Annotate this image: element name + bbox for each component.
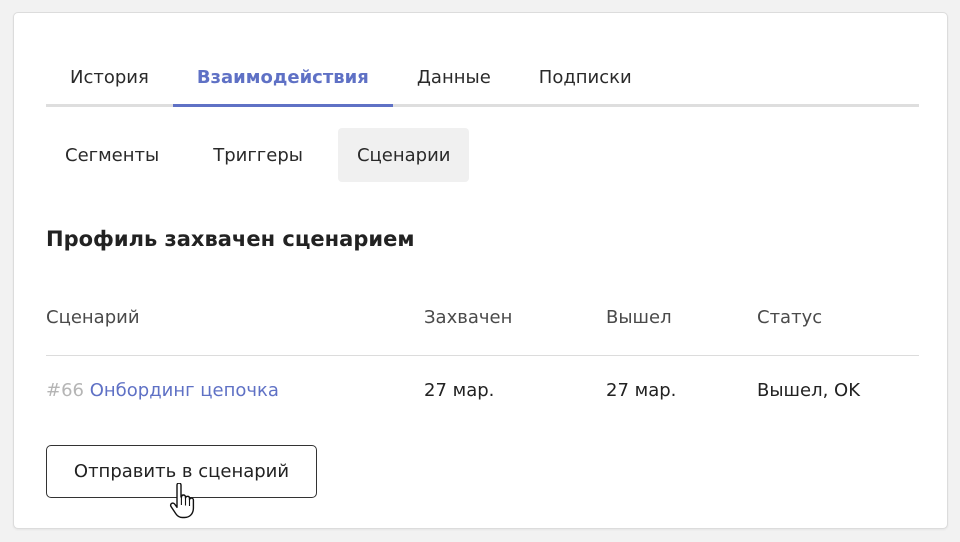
section-title: Профиль захвачен сценарием [46,227,415,251]
tab-interactions[interactable]: Взаимодействия [172,51,393,107]
sub-tabs: Сегменты Триггеры Сценарии [46,128,470,182]
subtab-segments[interactable]: Сегменты [46,128,178,182]
header-exited: Вышел [606,307,672,328]
tab-subscriptions[interactable]: Подписки [515,51,656,104]
scenario-link[interactable]: Онбординг цепочка [90,380,279,401]
send-to-scenario-button[interactable]: Отправить в сценарий [46,445,317,498]
captured-date: 27 мар. [424,380,495,401]
status-value: Вышел, OK [757,380,861,401]
table-header: Сценарий Захвачен Вышел Статус [46,293,919,356]
main-tabs: История Взаимодействия Данные Подписки [46,51,919,107]
scenario-cell: #66 Онбординг цепочка [46,380,279,401]
tab-history[interactable]: История [46,51,173,104]
tab-data[interactable]: Данные [393,51,515,104]
subtab-triggers[interactable]: Триггеры [194,128,322,182]
profile-card: История Взаимодействия Данные Подписки С… [13,12,948,529]
header-status: Статус [757,307,823,328]
scenario-id: #66 [46,380,84,401]
scenarios-table: Сценарий Захвачен Вышел Статус #66 Онбор… [46,293,919,428]
table-row: #66 Онбординг цепочка 27 мар. 27 мар. Вы… [46,356,919,428]
subtab-scenarios[interactable]: Сценарии [337,128,470,182]
exited-date: 27 мар. [606,380,677,401]
header-scenario: Сценарий [46,307,140,328]
header-captured: Захвачен [424,307,513,328]
